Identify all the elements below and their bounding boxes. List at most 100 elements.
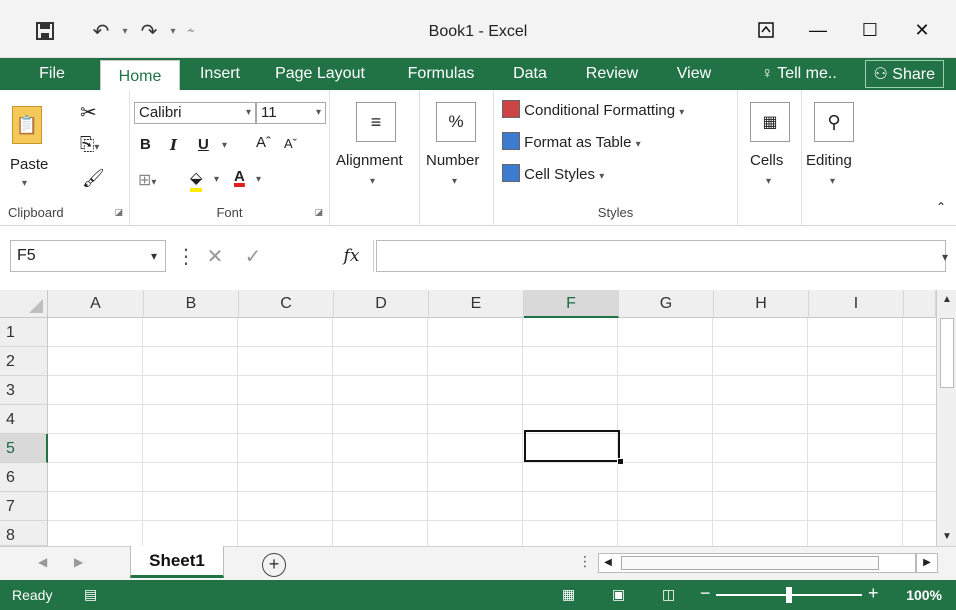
paste-icon[interactable]: 📋	[12, 106, 42, 144]
page-layout-view-icon[interactable]: ▣	[612, 586, 625, 603]
share-label: Share	[892, 66, 935, 83]
underline-dropdown-icon[interactable]: ▾	[222, 140, 227, 151]
close-icon[interactable]: ✕	[896, 14, 948, 46]
sheet-tab[interactable]: Sheet1	[130, 546, 224, 578]
font-color-icon[interactable]: A	[234, 168, 245, 185]
active-cell[interactable]	[524, 430, 620, 462]
styles-label: Styles	[597, 205, 634, 220]
tab-view[interactable]: View	[664, 58, 724, 90]
share-button[interactable]: ⚇ Share	[864, 60, 944, 88]
insert-function-icon[interactable]: fx	[330, 240, 374, 272]
scroll-up-icon[interactable]: ▲	[937, 294, 956, 305]
fill-color-dropdown-icon[interactable]: ▾	[214, 174, 219, 185]
font-size-select[interactable]: 11 ▾	[256, 102, 326, 124]
select-all-button[interactable]	[0, 290, 48, 318]
maximize-icon[interactable]: ☐	[844, 14, 896, 46]
tab-review[interactable]: Review	[576, 58, 648, 90]
tell-me-search[interactable]: ♀ Tell me..	[750, 58, 848, 90]
scroll-down-icon[interactable]: ▼	[937, 531, 956, 542]
horizontal-scroll-thumb[interactable]	[621, 556, 879, 570]
cell-styles-button[interactable]: Cell Styles ▾	[502, 164, 604, 183]
tab-insert[interactable]: Insert	[190, 58, 250, 90]
italic-icon[interactable]: I	[170, 136, 177, 154]
group-alignment[interactable]: ≡ Alignment ▾	[330, 90, 420, 226]
normal-view-icon[interactable]: ▦	[562, 586, 575, 603]
conditional-formatting-button[interactable]: Conditional Formatting ▾	[502, 100, 684, 119]
row-header-selected[interactable]: 5	[0, 434, 48, 463]
underline-icon[interactable]: U	[198, 136, 209, 153]
group-cells[interactable]: ▦ Cells ▾	[738, 90, 802, 226]
fill-handle[interactable]	[617, 458, 624, 465]
vertical-scroll-thumb[interactable]	[940, 318, 954, 388]
decrease-font-size-icon[interactable]: Aˇ	[284, 136, 297, 151]
zoom-slider-thumb[interactable]	[786, 587, 792, 603]
borders-icon[interactable]: ⊞▾	[138, 170, 156, 190]
vertical-scrollbar[interactable]: ▲ ▼	[936, 290, 956, 546]
minimize-icon[interactable]: —	[792, 14, 844, 46]
collapse-ribbon-icon[interactable]: ⌃	[936, 200, 946, 214]
font-color-dropdown-icon[interactable]: ▾	[256, 174, 261, 185]
row-header[interactable]: 2	[0, 347, 48, 376]
enter-icon[interactable]: ✓	[234, 244, 272, 269]
row-header[interactable]: 4	[0, 405, 48, 434]
tab-formulas[interactable]: Formulas	[396, 58, 486, 90]
previous-sheet-icon[interactable]: ◀	[38, 555, 47, 569]
macro-recording-icon[interactable]: ▤	[84, 586, 97, 603]
copy-icon[interactable]: ⎘▾	[80, 134, 99, 155]
font-launcher-icon[interactable]: ◪	[314, 207, 323, 218]
column-header[interactable]: B	[144, 290, 239, 318]
format-as-table-button[interactable]: Format as Table ▾	[502, 132, 641, 151]
fill-color-icon[interactable]: ⬙	[190, 168, 203, 192]
column-header[interactable]: I	[809, 290, 904, 318]
row-header[interactable]: 1	[0, 318, 48, 347]
next-sheet-icon[interactable]: ▶	[74, 555, 83, 569]
column-header-partial[interactable]	[904, 290, 936, 318]
font-size-value: 11	[261, 104, 277, 121]
zoom-out-icon[interactable]: −	[700, 583, 711, 604]
cancel-icon[interactable]: ✕	[196, 244, 234, 269]
alignment-dropdown-icon: ▾	[370, 176, 376, 187]
tab-home[interactable]: Home	[100, 60, 180, 92]
cells-area[interactable]	[48, 318, 936, 546]
zoom-level[interactable]: 100%	[906, 587, 942, 603]
number-label: Number	[426, 152, 480, 169]
row-header[interactable]: 3	[0, 376, 48, 405]
paste-button[interactable]: Paste	[10, 156, 48, 173]
formula-input[interactable]	[376, 240, 946, 272]
name-box[interactable]: F5 ▾	[10, 240, 166, 272]
column-header-selected[interactable]: F	[524, 290, 619, 318]
column-header[interactable]: G	[619, 290, 714, 318]
scroll-left-icon[interactable]: ◀	[599, 554, 617, 572]
horizontal-scrollbar[interactable]: ◀	[598, 553, 916, 573]
expand-formula-bar-icon[interactable]: ▾	[942, 250, 948, 264]
paste-dropdown-icon[interactable]: ▾	[22, 178, 27, 189]
column-header[interactable]: E	[429, 290, 524, 318]
status-ready: Ready	[12, 587, 53, 603]
increase-font-size-icon[interactable]: Aˆ	[256, 134, 271, 151]
group-number[interactable]: % Number ▾	[420, 90, 494, 226]
row-header[interactable]: 7	[0, 492, 48, 521]
row-header[interactable]: 6	[0, 463, 48, 492]
add-sheet-icon[interactable]: +	[262, 553, 286, 577]
tab-page-layout[interactable]: Page Layout	[260, 58, 380, 90]
column-header[interactable]: A	[48, 290, 144, 318]
splitter-handle-icon[interactable]: ⋮	[578, 553, 592, 570]
tab-file[interactable]: File	[28, 58, 76, 90]
more-options-icon[interactable]: ⋮	[176, 244, 196, 269]
group-editing[interactable]: ⚲ Editing ▾	[802, 90, 866, 226]
tab-data[interactable]: Data	[502, 58, 558, 90]
format-painter-icon[interactable]: 🖌	[82, 168, 105, 189]
zoom-in-icon[interactable]: +	[868, 583, 879, 604]
scroll-right-icon[interactable]: ▶	[916, 553, 938, 573]
row-header[interactable]: 8	[0, 521, 48, 546]
bold-icon[interactable]: B	[140, 136, 151, 153]
clipboard-launcher-icon[interactable]: ◪	[114, 207, 123, 218]
column-header[interactable]: C	[239, 290, 334, 318]
format-as-table-icon	[502, 132, 520, 150]
cut-icon[interactable]: ✂	[80, 100, 97, 125]
ribbon-display-options-icon[interactable]	[740, 14, 792, 46]
column-header[interactable]: D	[334, 290, 429, 318]
font-family-select[interactable]: Calibri ▾	[134, 102, 256, 124]
page-break-preview-icon[interactable]: ◫	[662, 586, 675, 603]
column-header[interactable]: H	[714, 290, 809, 318]
